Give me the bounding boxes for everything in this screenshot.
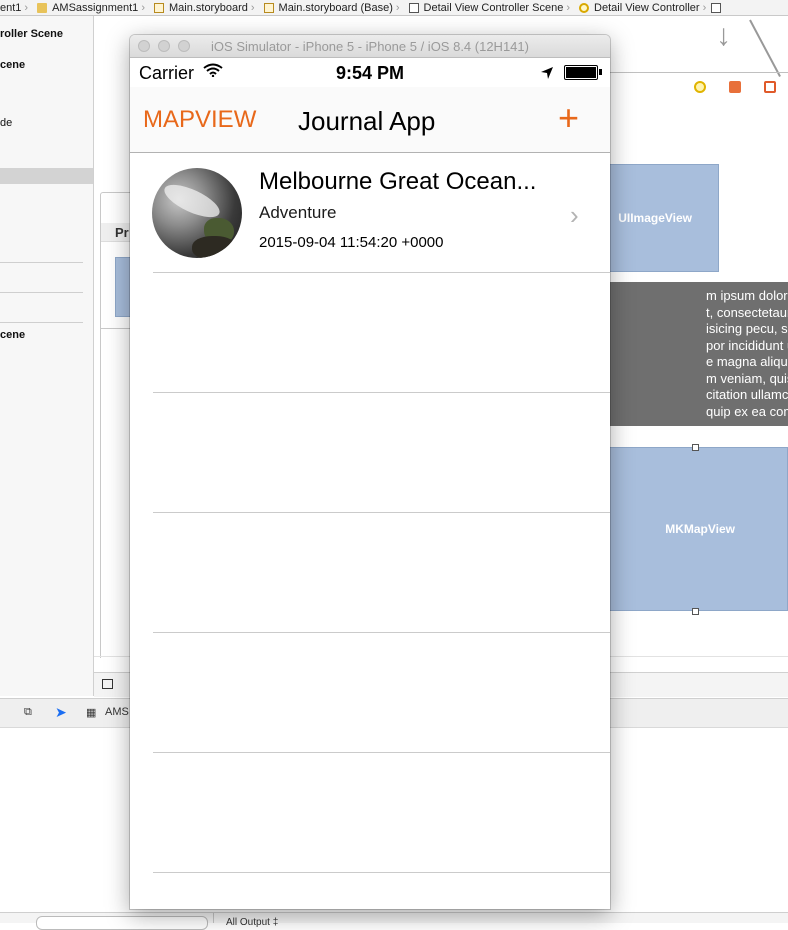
uiimageview-label: UIImageView (618, 211, 692, 225)
entry-arrow-icon: ↓ (716, 19, 731, 52)
table-row[interactable]: Melbourne Great Ocean... Adventure 2015-… (130, 153, 610, 273)
entry-thumbnail (152, 168, 242, 258)
resize-handle-top[interactable] (692, 444, 699, 451)
table-row[interactable] (130, 633, 610, 753)
nav-title: Journal App (298, 106, 436, 136)
simulator-window: iOS Simulator - iPhone 5 - iPhone 5 / iO… (130, 35, 610, 909)
outline-divider (0, 322, 83, 323)
view-controller-icon (579, 2, 590, 13)
navigation-bar: MAPVIEW Journal App + (130, 87, 610, 153)
breadcrumb-storyboard[interactable]: Main.storyboard › (153, 1, 260, 14)
outline-toggle-icon[interactable] (102, 679, 113, 689)
console-bar: All Output ‡ (0, 912, 788, 930)
view-controller-icon[interactable] (694, 81, 706, 93)
table-row[interactable] (130, 513, 610, 633)
partial-scene[interactable]: Pr (100, 192, 133, 329)
mkmapview-label: MKMapView (665, 522, 735, 536)
scene-dock (694, 81, 776, 93)
breadcrumb-label: Main.storyboard (Base) (278, 1, 393, 14)
row-separator (153, 872, 610, 873)
table-row[interactable] (130, 393, 610, 513)
outline-divider (0, 292, 83, 293)
jump-bar: ent1 › AMSassignment1 › Main.storyboard › M… (0, 0, 788, 16)
outline-scene-3[interactable]: cene (0, 329, 25, 341)
add-entry-button[interactable]: + (558, 100, 579, 136)
breadcrumb-label: Detail View Controller Scene (423, 1, 564, 14)
entry-date: 2015-09-04 11:54:20 +0000 (259, 234, 444, 251)
mapview-button[interactable]: MAPVIEW (143, 106, 256, 134)
breadcrumb-label: Main.storyboard (168, 1, 248, 14)
entry-category: Adventure (259, 203, 337, 222)
view-icon (711, 2, 722, 13)
battery-tip (599, 69, 602, 75)
scene-icon (408, 2, 419, 13)
simulator-title: iOS Simulator - iPhone 5 - iPhone 5 / iO… (211, 39, 529, 54)
first-responder-icon[interactable] (729, 81, 741, 93)
breadcrumb-storyboard-base[interactable]: Main.storyboard (Base) › (263, 1, 405, 14)
scene-border (100, 328, 101, 658)
journal-table[interactable]: Melbourne Great Ocean... Adventure 2015-… (130, 153, 610, 909)
breadcrumb-label: ent1 (0, 1, 22, 14)
exit-icon[interactable] (764, 81, 776, 93)
target-label[interactable]: AMS (105, 706, 129, 718)
outline-item[interactable]: de (0, 117, 12, 129)
location-services-icon (541, 67, 553, 79)
partial-scene-label: Pr (115, 225, 129, 240)
output-selector[interactable]: All Output ‡ (226, 917, 278, 928)
mkmapview-placeholder[interactable]: MKMapView (604, 447, 788, 611)
breadcrumb-label: AMSassignment1 (52, 1, 139, 14)
breadcrumb-group[interactable]: AMSassignment1 › (37, 2, 150, 14)
location-arrow-icon[interactable]: ➤ (55, 704, 67, 721)
table-row[interactable] (130, 273, 610, 393)
storyboard-file-icon (263, 2, 274, 13)
outline-selected-row[interactable] (0, 168, 93, 184)
table-row[interactable] (130, 753, 610, 873)
scene-dock-line (606, 72, 788, 73)
uiimageview-placeholder[interactable]: UIImageView (596, 164, 719, 272)
clock: 9:54 PM (335, 63, 405, 83)
folder-icon (37, 2, 48, 13)
storyboard-file-icon (153, 2, 164, 13)
target-icon[interactable]: ▦ (86, 706, 96, 719)
disclosure-chevron-icon: › (570, 200, 579, 230)
breadcrumb-label: Detail View Controller (594, 1, 700, 14)
segue-line (749, 19, 781, 77)
status-bar: Carrier 9:54 PM (130, 57, 610, 87)
breadcrumb-project[interactable]: ent1 › (0, 2, 33, 14)
view-debug-icon[interactable]: ⧉ (24, 706, 32, 719)
simulator-titlebar[interactable]: iOS Simulator - iPhone 5 - iPhone 5 / iO… (130, 35, 610, 58)
battery-icon (564, 65, 598, 80)
resize-handle-bottom[interactable] (692, 608, 699, 615)
outline-divider (0, 262, 83, 263)
breadcrumb-scene[interactable]: Detail View Controller Scene › (408, 1, 575, 14)
entry-title: Melbourne Great Ocean... (259, 168, 537, 195)
outline-scene-1[interactable]: roller Scene (0, 28, 63, 40)
document-outline: roller Scene cene de cene (0, 16, 94, 696)
filter-search-field[interactable] (36, 916, 208, 930)
outline-scene-2[interactable]: cene (0, 59, 25, 71)
breadcrumb-controller[interactable]: Detail View Controller › (579, 2, 726, 14)
